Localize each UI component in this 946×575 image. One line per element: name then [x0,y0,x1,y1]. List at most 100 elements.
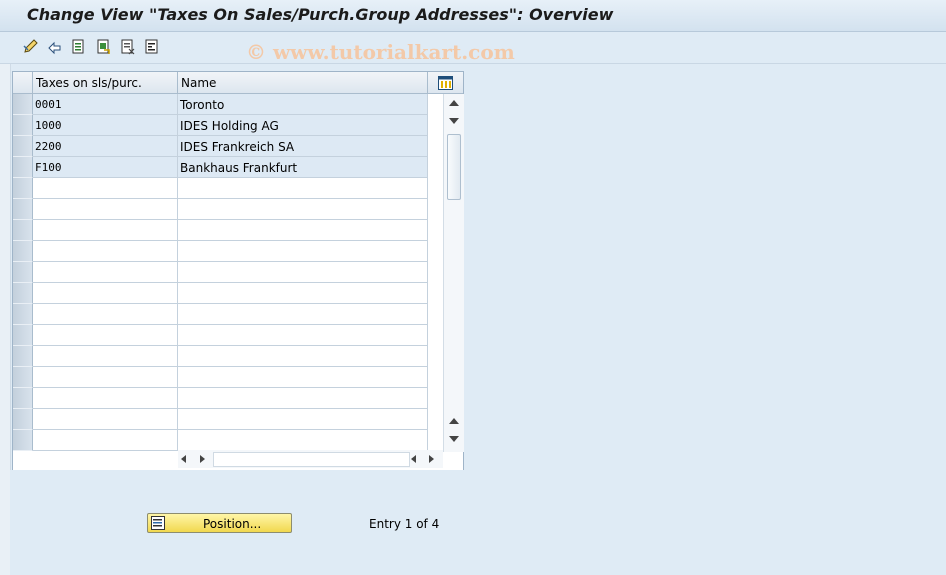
cell-name[interactable] [178,199,428,220]
row-selector[interactable] [13,241,33,262]
table-row[interactable] [13,304,428,325]
cell-taxes-code[interactable] [33,367,178,388]
row-selector[interactable] [13,199,33,220]
row-selector[interactable] [13,220,33,241]
scroll-page-down-icon[interactable] [449,436,459,442]
cell-name[interactable]: IDES Frankreich SA [178,136,428,157]
cell-taxes-code[interactable]: F100 [33,157,178,178]
table-row[interactable] [13,283,428,304]
cell-name[interactable] [178,409,428,430]
cell-name[interactable] [178,304,428,325]
cell-taxes-code[interactable] [33,388,178,409]
table-row[interactable]: 0001 Toronto [13,94,428,115]
position-button[interactable]: Position... [147,513,292,533]
cell-name[interactable] [178,220,428,241]
cell-taxes-code[interactable] [33,409,178,430]
select-all-rows-header[interactable] [13,72,33,94]
cell-taxes-code[interactable] [33,178,178,199]
row-selector[interactable] [13,325,33,346]
column-header-name[interactable]: Name [178,72,428,94]
row-selector[interactable] [13,262,33,283]
name-text: Toronto [180,98,225,112]
cell-name[interactable] [178,430,428,451]
scroll-right-icon[interactable] [200,455,205,463]
cell-name[interactable] [178,262,428,283]
title-bar: Change View "Taxes On Sales/Purch.Group … [0,0,946,32]
cell-taxes-code[interactable]: 0001 [33,94,178,115]
row-selector[interactable] [13,367,33,388]
scrollbar-thumb[interactable] [447,134,461,200]
table-row[interactable]: 1000 IDES Holding AG [13,115,428,136]
table-row[interactable] [13,367,428,388]
cell-name[interactable] [178,367,428,388]
table-row[interactable] [13,220,428,241]
cell-name[interactable] [178,388,428,409]
select-all-icon[interactable] [143,38,160,55]
table-row[interactable] [13,388,428,409]
scroll-up-icon[interactable] [449,418,459,424]
row-selector[interactable] [13,388,33,409]
cell-taxes-code[interactable] [33,283,178,304]
name-text: Bankhaus Frankfurt [180,161,298,175]
cell-taxes-code[interactable]: 2200 [33,136,178,157]
table-row[interactable] [13,241,428,262]
cell-name[interactable]: Bankhaus Frankfurt [178,157,428,178]
edit-pencil-icon[interactable] [22,38,39,55]
copy-as-icon[interactable] [95,38,112,55]
cell-name[interactable]: Toronto [178,94,428,115]
watermark: © www.tutorialkart.com [246,40,515,64]
table-row[interactable] [13,178,428,199]
horizontal-scroll-track[interactable] [213,452,410,467]
table-row[interactable] [13,430,428,451]
cell-taxes-code[interactable] [33,220,178,241]
cell-taxes-code[interactable] [33,262,178,283]
scroll-down-icon[interactable] [449,118,459,124]
column-header-taxes[interactable]: Taxes on sls/purc. [33,72,178,94]
taxes-code-text: 1000 [35,119,62,132]
cell-name[interactable]: IDES Holding AG [178,115,428,136]
table-row[interactable] [13,346,428,367]
taxes-code-text: 2200 [35,140,62,153]
row-selector[interactable] [13,157,33,178]
scroll-left-icon[interactable] [181,455,186,463]
cell-name[interactable] [178,241,428,262]
table-row[interactable] [13,199,428,220]
row-selector[interactable] [13,283,33,304]
table-row[interactable] [13,409,428,430]
cell-taxes-code[interactable] [33,304,178,325]
delete-icon[interactable] [119,38,136,55]
row-selector[interactable] [13,430,33,451]
cell-name[interactable] [178,178,428,199]
scroll-left-end-icon[interactable] [411,455,416,463]
scroll-right-end-icon[interactable] [429,455,434,463]
name-text: IDES Frankreich SA [180,140,295,154]
cell-taxes-code[interactable]: 1000 [33,115,178,136]
table-row[interactable]: 2200 IDES Frankreich SA [13,136,428,157]
table-settings-icon[interactable] [428,72,463,94]
row-selector[interactable] [13,346,33,367]
new-entries-icon[interactable] [70,38,87,55]
cell-taxes-code[interactable] [33,346,178,367]
cell-taxes-code[interactable] [33,241,178,262]
horizontal-scrollbar[interactable] [178,450,443,468]
vertical-scrollbar[interactable] [443,94,464,452]
table-row[interactable] [13,325,428,346]
table-row[interactable]: F100 Bankhaus Frankfurt [13,157,428,178]
table-control: Taxes on sls/purc. Name 0001 Toronto 1000 I… [12,71,464,471]
undo-icon[interactable] [46,38,63,55]
cell-name[interactable] [178,325,428,346]
row-selector[interactable] [13,409,33,430]
cell-name[interactable] [178,346,428,367]
table-row[interactable] [13,262,428,283]
row-selector[interactable] [13,178,33,199]
row-selector[interactable] [13,94,33,115]
scroll-page-up-icon[interactable] [449,100,459,106]
row-selector[interactable] [13,136,33,157]
row-selector[interactable] [13,304,33,325]
cell-taxes-code[interactable] [33,199,178,220]
cell-taxes-code[interactable] [33,430,178,451]
cell-name[interactable] [178,283,428,304]
cell-taxes-code[interactable] [33,325,178,346]
taxes-code-text: 0001 [35,98,62,111]
row-selector[interactable] [13,115,33,136]
